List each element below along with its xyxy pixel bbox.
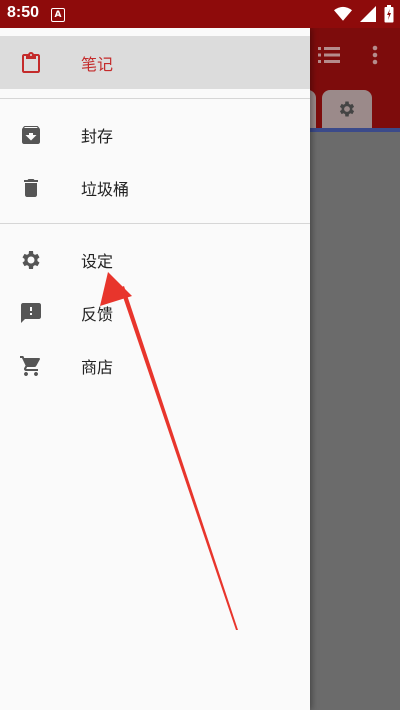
status-time: 8:50 [7,4,40,21]
drawer-item-label: 封存 [81,126,114,146]
drawer-item-label: 设定 [81,251,114,271]
drawer-item-store[interactable]: 商店 [0,339,310,392]
drawer-item-label: 垃圾桶 [81,179,130,199]
drawer-item-archive[interactable]: 封存 [0,108,310,161]
gear-icon [339,101,355,117]
clipboard-icon [22,51,40,73]
feedback-icon [21,302,41,323]
notification-icon: A [51,8,65,22]
drawer-divider [0,223,310,224]
tab-settings[interactable] [322,90,372,128]
trash-icon [24,178,38,197]
drawer-item-settings[interactable]: 设定 [0,233,310,286]
drawer-item-label: 商店 [81,357,114,377]
system-icons [334,5,394,23]
wifi-icon [334,6,352,21]
navigation-drawer: 笔记 封存 垃圾桶 设定 反馈 商店 [0,28,310,710]
status-bar: 8:50 A [0,0,400,28]
gear-icon [22,250,40,269]
drawer-divider [0,98,310,99]
list-view-icon[interactable] [318,46,340,64]
signal-icon [360,6,376,22]
cart-icon [20,355,40,376]
more-vert-icon[interactable] [372,45,378,65]
drawer-item-notes[interactable]: 笔记 [0,36,310,89]
battery-icon [384,5,394,23]
drawer-item-trash[interactable]: 垃圾桶 [0,161,310,214]
drawer-item-label: 笔记 [81,54,114,74]
archive-icon [22,125,40,144]
drawer-item-label: 反馈 [81,304,114,324]
drawer-item-feedback[interactable]: 反馈 [0,286,310,339]
